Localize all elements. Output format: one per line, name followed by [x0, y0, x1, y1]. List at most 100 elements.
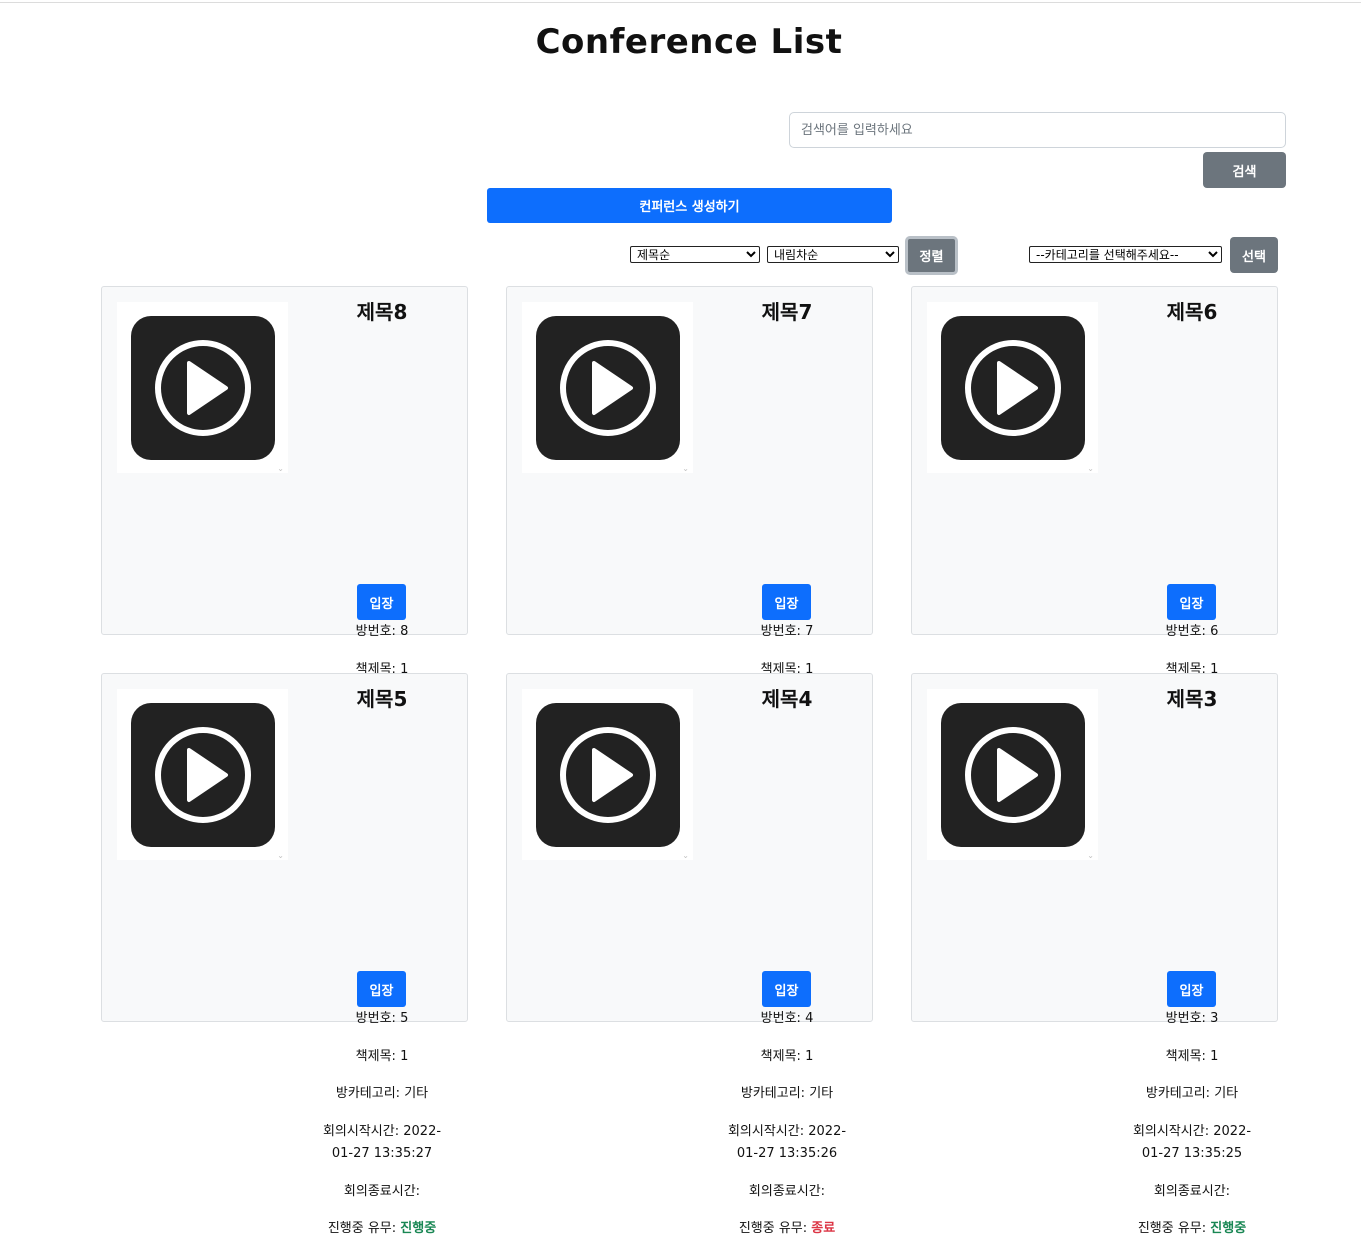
conference-thumbnail: ⌄: [927, 302, 1098, 473]
create-conference-button[interactable]: 컨퍼런스 생성하기: [487, 188, 892, 223]
start-time-value-line1: 2022-: [403, 1124, 442, 1139]
conference-title: 제목8: [356, 300, 408, 324]
status-badge: 진행중: [400, 1221, 437, 1236]
status-badge: 종료: [811, 1221, 836, 1236]
conference-thumbnail: ⌄: [522, 689, 693, 860]
play-video-icon: [130, 702, 275, 847]
enter-button[interactable]: 입장: [357, 971, 406, 1007]
status-badge: 진행중: [1210, 1221, 1247, 1236]
room-number-label: 방번호:: [760, 1011, 806, 1026]
book-title-label: 책제목:: [355, 1049, 401, 1064]
status: 진행중 유무: 진행중: [302, 1218, 462, 1240]
room-number: 방번호: 7: [707, 621, 867, 643]
search-button[interactable]: 검색: [1203, 152, 1286, 188]
start-time-label: 회의시작시간:: [727, 1124, 809, 1139]
start-time-line2: 01-27 13:35:27: [302, 1143, 462, 1165]
thumbnail-corner-mark: ⌄: [1087, 464, 1094, 473]
start-time-value-line2: 01-27 13:35:25: [1141, 1146, 1243, 1161]
room-number-value: 7: [805, 624, 814, 639]
enter-button[interactable]: 입장: [762, 584, 811, 620]
conference-card: ⌄제목6방번호: 6책제목: 1방카테고리: 업무회의시작시간: 2022-01…: [911, 286, 1278, 849]
enter-button[interactable]: 입장: [1167, 971, 1216, 1007]
book-title-label: 책제목:: [1165, 1049, 1211, 1064]
book-title: 책제목: 1: [707, 1046, 867, 1068]
page-title: Conference List: [535, 22, 843, 62]
conference-title: 제목7: [761, 300, 813, 324]
play-video-icon: [130, 315, 275, 460]
conference-card: ⌄ 제목5 방번호: 5 책제목: 1 방카테고리: 기타회의시작시간: 2022- 01…: [101, 673, 468, 1236]
conference-card: ⌄제목8방번호: 8책제목: 1방카테고리: 업무회의시작시간: 2022-01…: [101, 286, 468, 849]
room-number: 방번호: 5: [302, 1008, 462, 1030]
start-time-line2: 01-27 13:35:25: [1112, 1143, 1272, 1165]
room-number-label: 방번호:: [1165, 624, 1211, 639]
book-title: 책제목: 1: [302, 1046, 462, 1068]
start-time-value-line1: 2022-: [808, 1124, 847, 1139]
thumbnail-corner-mark: ⌄: [277, 851, 284, 860]
room-number-label: 방번호:: [355, 624, 401, 639]
play-video-icon: [940, 315, 1085, 460]
enter-button[interactable]: 입장: [1167, 584, 1216, 620]
conference-card: ⌄제목7방번호: 7책제목: 1방카테고리: 업무회의시작시간: 2022-01…: [506, 286, 873, 849]
start-time-value-line2: 01-27 13:35:27: [331, 1146, 433, 1161]
room-category-value: 기타: [1214, 1086, 1239, 1101]
start-time-line2: 01-27 13:35:26: [707, 1143, 867, 1165]
book-title-value: 1: [1210, 1049, 1219, 1064]
room-category-label: 방카테고리:: [740, 1086, 810, 1101]
end-time: 회의종료시간:: [302, 1181, 462, 1203]
room-number: 방번호: 6: [1112, 621, 1272, 643]
room-category-label: 방카테고리:: [335, 1086, 405, 1101]
sort-button[interactable]: 정렬: [905, 236, 958, 275]
status-label: 진행중 유무:: [327, 1221, 401, 1236]
room-category-value: 기타: [404, 1086, 429, 1101]
start-time: 회의시작시간: 2022-: [302, 1121, 462, 1143]
room-number: 방번호: 4: [707, 1008, 867, 1030]
thumbnail-corner-mark: ⌄: [682, 464, 689, 473]
category-select[interactable]: --카테고리를 선택해주세요--: [1029, 246, 1222, 263]
room-number: 방번호: 8: [302, 621, 462, 643]
play-video-icon: [940, 702, 1085, 847]
play-video-icon: [535, 315, 680, 460]
end-time-label: 회의종료시간:: [1153, 1184, 1231, 1199]
conference-thumbnail: ⌄: [927, 689, 1098, 860]
end-time-label: 회의종료시간:: [343, 1184, 421, 1199]
enter-button[interactable]: 입장: [762, 971, 811, 1007]
room-category-label: 방카테고리:: [1145, 1086, 1215, 1101]
room-category: 방카테고리: 기타: [1112, 1083, 1272, 1105]
book-title-label: 책제목:: [760, 1049, 806, 1064]
conference-thumbnail: ⌄: [117, 689, 288, 860]
conference-title: 제목5: [356, 687, 408, 711]
start-time-value-line1: 2022-: [1213, 1124, 1252, 1139]
play-video-icon: [535, 702, 680, 847]
conference-card: ⌄ 제목3 방번호: 3 책제목: 1 방카테고리: 기타회의시작시간: 2022- 01…: [911, 673, 1278, 1236]
start-time: 회의시작시간: 2022-: [707, 1121, 867, 1143]
room-number-value: 5: [400, 1011, 409, 1026]
thumbnail-corner-mark: ⌄: [1087, 851, 1094, 860]
book-title: 책제목: 1: [1112, 1046, 1272, 1068]
room-number-value: 8: [400, 624, 409, 639]
search-input[interactable]: [789, 112, 1286, 148]
sort-order-select[interactable]: 내림차순: [767, 246, 899, 263]
thumbnail-corner-mark: ⌄: [277, 464, 284, 473]
room-category-value: 기타: [809, 1086, 834, 1101]
conference-thumbnail: ⌄: [117, 302, 288, 473]
room-category: 방카테고리: 기타: [707, 1083, 867, 1105]
status-label: 진행중 유무:: [1137, 1221, 1211, 1236]
conference-card: ⌄ 제목4 방번호: 4 책제목: 1 방카테고리: 기타 회의시작시간: 2022- 01…: [506, 673, 873, 1236]
book-title-value: 1: [400, 1049, 409, 1064]
room-number-value: 4: [805, 1011, 814, 1026]
category-select-button[interactable]: 선택: [1230, 237, 1278, 273]
conference-title: 제목3: [1166, 687, 1218, 711]
end-time: 회의종료시간:: [707, 1181, 867, 1203]
enter-button[interactable]: 입장: [357, 584, 406, 620]
status: 진행중 유무: 종료: [707, 1218, 867, 1240]
conference-title: 제목6: [1166, 300, 1218, 324]
top-divider: [0, 2, 1361, 3]
start-time-label: 회의시작시간:: [1132, 1124, 1214, 1139]
room-number: 방번호: 3: [1112, 1008, 1272, 1030]
start-time: 회의시작시간: 2022-: [1112, 1121, 1272, 1143]
thumbnail-corner-mark: ⌄: [682, 851, 689, 860]
end-time-label: 회의종료시간:: [748, 1184, 826, 1199]
room-number-label: 방번호:: [760, 624, 806, 639]
start-time-label: 회의시작시간:: [322, 1124, 404, 1139]
sort-field-select[interactable]: 제목순: [630, 246, 760, 263]
